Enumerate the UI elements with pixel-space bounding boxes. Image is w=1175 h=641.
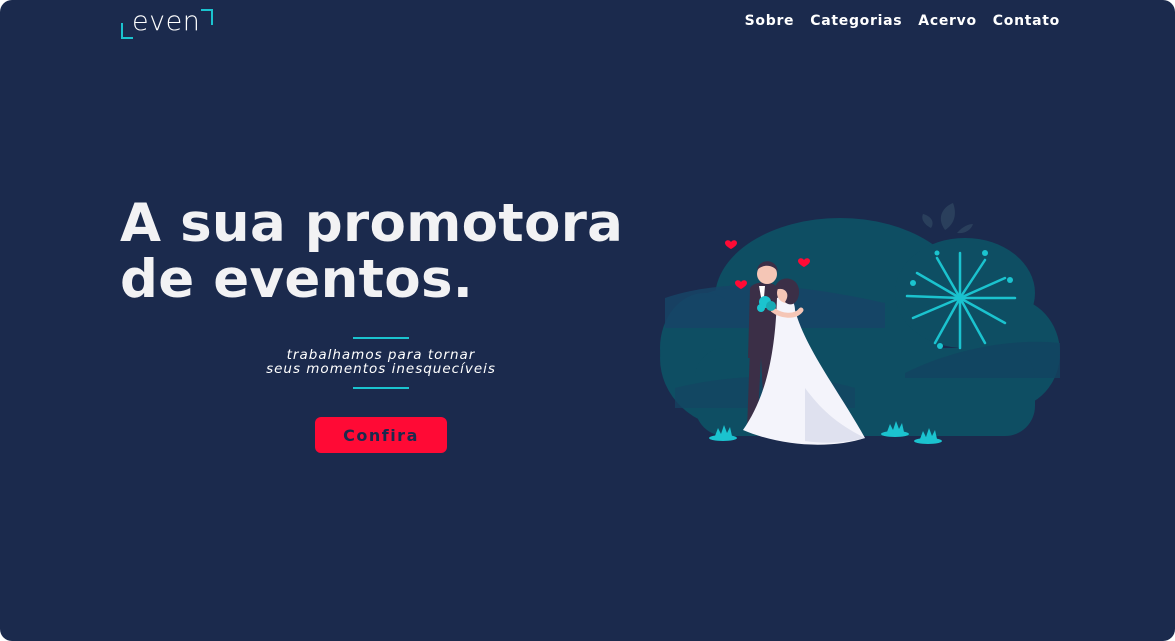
- tagline-divider-bottom: [353, 387, 409, 389]
- wedding-illustration: [660, 203, 1060, 445]
- tagline-divider-top: [353, 337, 409, 339]
- hero-title-line-1: A sua promotora: [120, 193, 624, 254]
- hero-tagline-line-2: seus momentos inesquecíveis: [266, 361, 496, 377]
- cloud-background: [660, 218, 1060, 436]
- hero-title-line-2: de eventos.: [120, 249, 474, 310]
- nav-link-contato[interactable]: Contato: [993, 13, 1060, 29]
- main-nav: Sobre Categorias Acervo Contato: [745, 13, 1060, 29]
- nav-link-acervo[interactable]: Acervo: [918, 13, 976, 29]
- leaf-icon: [922, 203, 973, 234]
- logo-bracket-top-right: [201, 9, 213, 25]
- brand-logo[interactable]: even: [120, 6, 215, 42]
- nav-link-sobre[interactable]: Sobre: [745, 13, 795, 29]
- logo-text: even: [132, 6, 201, 37]
- confira-button[interactable]: Confira: [315, 417, 447, 453]
- nav-link-categorias[interactable]: Categorias: [810, 13, 902, 29]
- hero-title: A sua promotora de eventos.: [120, 196, 623, 308]
- hero-tagline: trabalhamos para tornar seus momentos in…: [230, 348, 532, 376]
- landing-page: even Sobre Categorias Acervo Contato A s…: [0, 0, 1175, 641]
- hero-tagline-line-1: trabalhamos para tornar: [286, 347, 476, 363]
